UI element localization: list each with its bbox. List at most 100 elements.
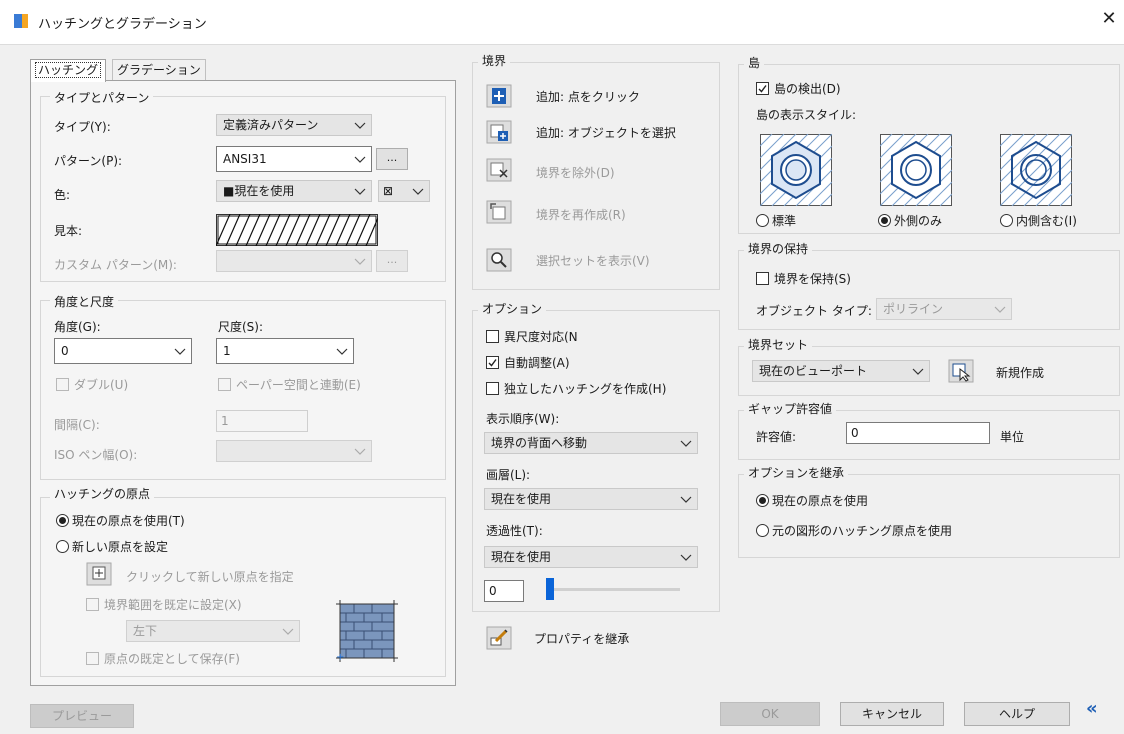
recreate-boundary-label[interactable]: 境界を再作成(R) bbox=[536, 206, 626, 223]
default-extents-checkbox[interactable] bbox=[86, 598, 99, 611]
pattern-sample[interactable] bbox=[216, 214, 378, 246]
annotative-checkbox[interactable] bbox=[486, 330, 499, 343]
background-color-select[interactable]: ⊠ bbox=[378, 180, 430, 202]
chevron-down-icon bbox=[680, 496, 692, 503]
object-type-select[interactable]: ポリライン bbox=[876, 298, 1012, 320]
island-outer-radio[interactable] bbox=[878, 214, 891, 227]
default-extents-label: 境界範囲を既定に設定(X) bbox=[104, 598, 242, 612]
store-default-checkbox[interactable] bbox=[86, 652, 99, 665]
chevron-down-icon bbox=[354, 188, 366, 195]
click-origin-icon[interactable] bbox=[86, 562, 112, 586]
boundary-retention-label: 境界の保持 bbox=[744, 240, 813, 257]
help-button[interactable]: ヘルプ bbox=[964, 702, 1070, 726]
island-normal-radio[interactable] bbox=[756, 214, 769, 227]
ok-button[interactable]: OK bbox=[720, 702, 820, 726]
view-selections-label[interactable]: 選択セットを表示(V) bbox=[536, 252, 650, 269]
color-label: 色: bbox=[54, 188, 71, 202]
boundaries-label: 境界 bbox=[478, 52, 511, 69]
close-icon[interactable]: ✕ bbox=[1098, 8, 1120, 30]
chevron-down-icon bbox=[354, 156, 366, 163]
custom-pattern-select[interactable] bbox=[216, 250, 372, 272]
annotative-label: 異尺度対応(N bbox=[504, 330, 578, 344]
store-default-label: 原点の既定として保存(F) bbox=[104, 652, 240, 666]
layer-label: 画層(L): bbox=[486, 468, 531, 482]
transparency-select[interactable]: 現在を使用 bbox=[484, 546, 698, 568]
double-checkbox[interactable] bbox=[56, 378, 69, 391]
layer-select[interactable]: 現在を使用 bbox=[484, 488, 698, 510]
origin-position-select[interactable]: 左下 bbox=[126, 620, 300, 642]
brick-origin-icon: + bbox=[336, 600, 398, 662]
use-current-origin-radio[interactable] bbox=[56, 514, 69, 527]
more-options-icon[interactable]: « bbox=[1086, 698, 1106, 722]
chevron-down-icon bbox=[336, 348, 348, 355]
boundary-set-select[interactable]: 現在のビューポート bbox=[752, 360, 930, 382]
gap-tolerance-label: ギャップ許容値 bbox=[744, 400, 837, 417]
chevron-down-icon bbox=[174, 348, 186, 355]
spacing-input[interactable]: 1 bbox=[216, 410, 308, 432]
remove-boundaries-label[interactable]: 境界を除外(D) bbox=[536, 164, 615, 181]
options-label: オプション bbox=[478, 300, 547, 317]
tab-gradient[interactable]: グラデーション bbox=[112, 59, 206, 82]
island-outer-label: 外側のみ bbox=[894, 214, 943, 228]
separate-hatches-checkbox[interactable] bbox=[486, 382, 499, 395]
transparency-slider-track[interactable] bbox=[546, 588, 680, 591]
recreate-boundary-icon[interactable] bbox=[486, 200, 512, 224]
angle-scale-label: 角度と尺度 bbox=[50, 293, 119, 310]
pattern-select[interactable]: ANSI31 bbox=[216, 146, 372, 172]
angle-select[interactable]: 0 bbox=[54, 338, 192, 364]
island-detection-checkbox[interactable] bbox=[756, 82, 769, 95]
island-normal-icon[interactable] bbox=[760, 134, 832, 206]
inherit-options-group bbox=[738, 474, 1120, 558]
retain-boundaries-checkbox[interactable] bbox=[756, 272, 769, 285]
new-boundary-set-label[interactable]: 新規作成 bbox=[996, 364, 1044, 381]
chevron-down-icon bbox=[354, 448, 366, 455]
svg-text:+: + bbox=[336, 652, 344, 662]
preview-button[interactable]: プレビュー bbox=[30, 704, 134, 728]
custom-pattern-label: カスタム パターン(M): bbox=[54, 258, 177, 272]
check-icon bbox=[758, 85, 767, 93]
type-label: タイプ(Y): bbox=[54, 120, 111, 134]
iso-pen-select[interactable] bbox=[216, 440, 372, 462]
tolerance-units-label: 単位 bbox=[1000, 430, 1025, 444]
use-current-origin-label: 現在の原点を使用(T) bbox=[72, 514, 185, 528]
paperspace-checkbox[interactable] bbox=[218, 378, 231, 391]
inherit-source-origin-radio[interactable] bbox=[756, 524, 769, 537]
island-ignore-radio[interactable] bbox=[1000, 214, 1013, 227]
pattern-browse-button[interactable]: ... bbox=[376, 148, 408, 170]
cancel-button[interactable]: キャンセル bbox=[840, 702, 944, 726]
new-origin-radio[interactable] bbox=[56, 540, 69, 553]
retain-boundaries-label: 境界を保持(S) bbox=[774, 272, 851, 286]
island-outer-icon[interactable] bbox=[880, 134, 952, 206]
click-new-origin-label: クリックして新しい原点を指定 bbox=[126, 570, 294, 584]
chevron-down-icon bbox=[412, 188, 424, 195]
add-pick-points-label[interactable]: 追加: 点をクリック bbox=[536, 88, 640, 105]
chevron-down-icon bbox=[282, 628, 294, 635]
window-title: ハッチングとグラデーション bbox=[38, 17, 207, 32]
tab-hatch[interactable]: ハッチング bbox=[30, 59, 107, 82]
islands-label: 島 bbox=[744, 54, 765, 71]
transparency-slider-thumb[interactable] bbox=[546, 578, 554, 600]
inherit-properties-label[interactable]: プロパティを継承 bbox=[534, 630, 629, 647]
inherit-properties-icon[interactable] bbox=[486, 626, 512, 650]
pattern-label: パターン(P): bbox=[54, 154, 123, 168]
draw-order-select[interactable]: 境界の背面へ移動 bbox=[484, 432, 698, 454]
scale-select[interactable]: 1 bbox=[216, 338, 354, 364]
custom-browse-button[interactable]: ... bbox=[376, 250, 408, 272]
add-select-objects-label[interactable]: 追加: オブジェクトを選択 bbox=[536, 124, 676, 141]
inherit-current-origin-radio[interactable] bbox=[756, 494, 769, 507]
associative-checkbox[interactable] bbox=[486, 356, 499, 369]
add-pick-points-icon[interactable] bbox=[486, 84, 512, 108]
angle-label: 角度(G): bbox=[54, 320, 101, 334]
magnifier-icon[interactable] bbox=[486, 248, 512, 272]
new-boundary-set-icon[interactable] bbox=[948, 359, 974, 383]
color-select[interactable]: ■現在を使用 bbox=[216, 180, 372, 202]
add-select-objects-icon[interactable] bbox=[486, 120, 512, 144]
island-ignore-icon[interactable] bbox=[1000, 134, 1072, 206]
remove-boundaries-icon[interactable] bbox=[486, 158, 512, 182]
tolerance-input[interactable]: 0 bbox=[846, 422, 990, 444]
scale-label: 尺度(S): bbox=[218, 320, 264, 334]
check-icon bbox=[488, 359, 497, 367]
transparency-value-input[interactable]: 0 bbox=[484, 580, 524, 602]
type-select[interactable]: 定義済みパターン bbox=[216, 114, 372, 136]
title-bar: ハッチングとグラデーション ✕ bbox=[0, 0, 1124, 45]
